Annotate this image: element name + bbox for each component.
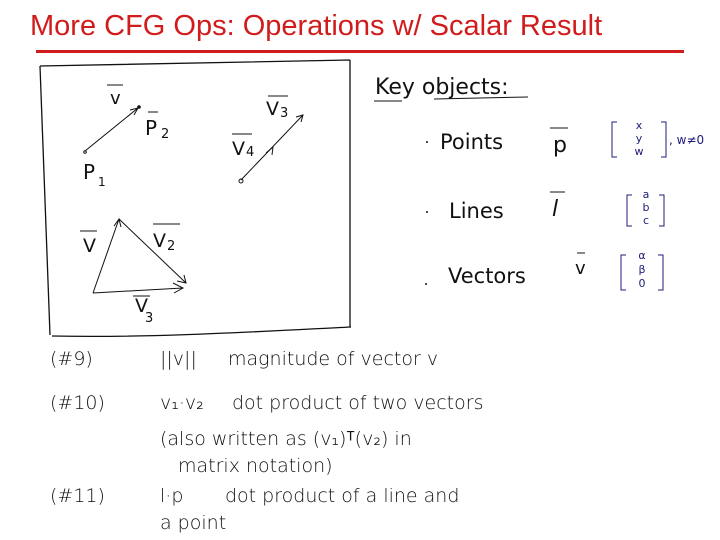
op-11-desc: dot product of a line and — [225, 485, 460, 507]
op-10-extra-2: matrix notation) — [178, 455, 333, 477]
point-vec-y: y — [636, 132, 643, 145]
op-10-expr: v₁·v₂ — [160, 392, 204, 414]
op-11-expr: l·p — [160, 485, 184, 507]
key-item-name-points: Points — [440, 130, 503, 154]
line-vec-b: b — [643, 201, 650, 214]
handwritten-diagram: v P 2 P 1 V 3 V 4 V V 2 V 3 Key objects:… — [39, 59, 704, 338]
point-vec-w: w — [635, 145, 644, 158]
label-v3-bottom-sub: 3 — [145, 311, 153, 326]
point-vec-x: x — [636, 119, 643, 132]
label-p1: P — [83, 160, 95, 184]
op-10-number: (#10) — [50, 392, 105, 414]
key-item-name-vectors: Vectors — [448, 264, 526, 288]
label-p1-sub: 1 — [98, 175, 106, 189]
vector-arrow-p1-p2 — [83, 105, 141, 154]
label-v2: V — [153, 230, 166, 252]
key-item-symbol-points: p — [553, 133, 567, 158]
key-item-symbol-lines: l — [552, 197, 558, 222]
label-v3: V — [266, 98, 279, 120]
op-11-extra-1: a point — [160, 512, 227, 534]
label-v2-sub: 2 — [167, 239, 175, 254]
op-9-expr: ||v|| — [160, 348, 197, 370]
vector-triangle — [92, 217, 187, 294]
key-item-name-lines: Lines — [449, 199, 504, 223]
label-p2: P — [145, 116, 157, 140]
line-vec-c: c — [643, 214, 649, 227]
op-9-number: (#9) — [50, 348, 93, 370]
point-condition: , w≠0 — [669, 133, 704, 147]
key-item-symbol-vectors: v — [575, 258, 586, 279]
label-v4: V — [232, 138, 245, 160]
key-objects-heading: Key objects: — [375, 75, 509, 100]
label-v: v — [110, 88, 121, 109]
vector-vec-beta: β — [638, 263, 645, 276]
label-v3-sub: 3 — [280, 106, 288, 121]
op-11-number: (#11) — [50, 485, 105, 507]
label-v4-sub: 4 — [246, 145, 254, 160]
vector-vec-zero: 0 — [639, 277, 646, 290]
label-v-left: V — [83, 235, 96, 257]
op-9-desc: magnitude of vector v — [228, 348, 439, 370]
op-10-extra-1: (also written as (v₁)ᵀ(v₂) in — [160, 428, 412, 450]
line-vec-a: a — [643, 188, 650, 201]
diagram-box — [39, 59, 352, 338]
op-10-desc: dot product of two vectors — [232, 392, 484, 414]
vector-vec-alpha: α — [638, 249, 645, 262]
label-p2-sub: 2 — [161, 127, 169, 142]
